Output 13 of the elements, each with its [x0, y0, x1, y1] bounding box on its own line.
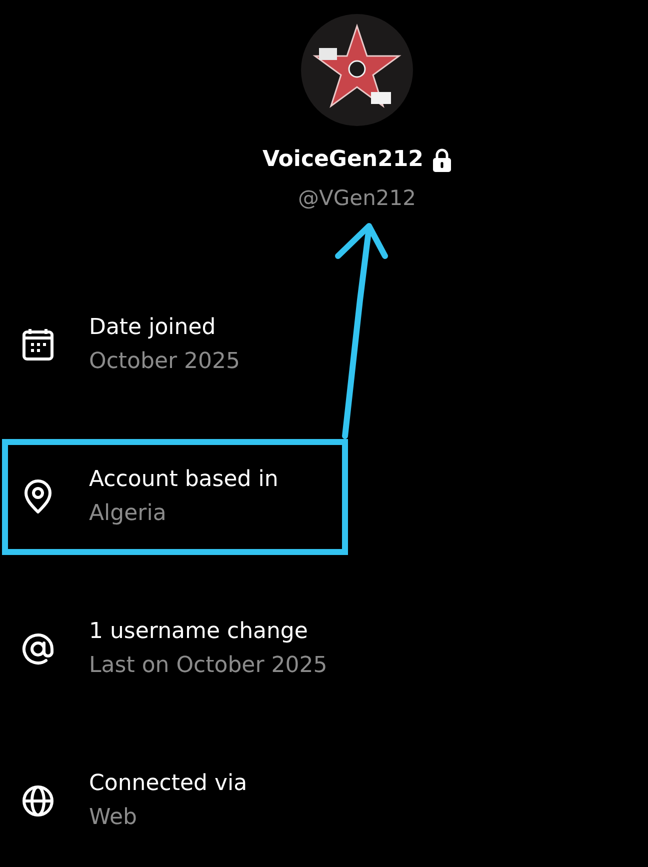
detail-title: 1 username change — [89, 618, 309, 646]
detail-value: Web — [89, 804, 138, 832]
detail-value: Algeria — [89, 500, 168, 528]
at-sign-icon — [20, 631, 56, 667]
globe-icon — [20, 783, 56, 819]
detail-value: October 2025 — [89, 348, 240, 376]
detail-title: Connected via — [89, 770, 248, 798]
detail-value: Last on October 2025 — [89, 652, 328, 680]
detail-title: Date joined — [89, 314, 217, 342]
calendar-icon — [20, 327, 56, 363]
username-handle: @VGen212 — [298, 185, 416, 212]
display-name: VoiceGen212 — [262, 146, 424, 174]
detail-title: Account based in — [89, 466, 278, 494]
